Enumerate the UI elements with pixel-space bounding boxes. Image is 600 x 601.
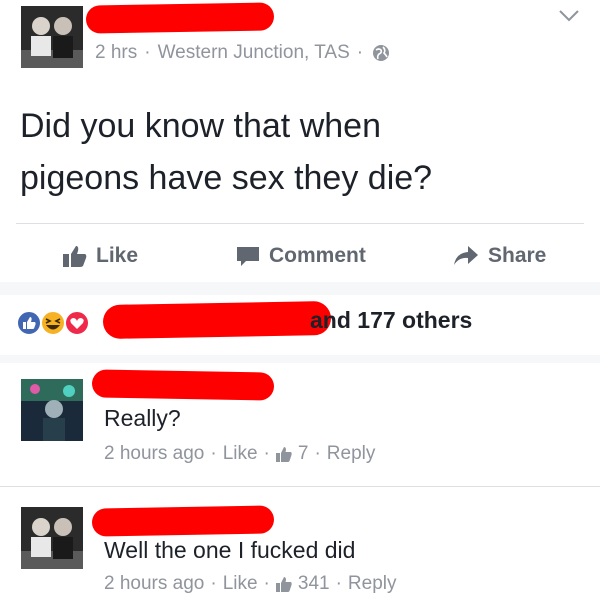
meta-separator: · [144, 42, 151, 63]
comment-item: Well the one I fucked did 2 hours ago · … [0, 487, 600, 601]
comment-text: Really? [104, 405, 181, 431]
small-thumbs-up-icon [275, 447, 292, 462]
chevron-down-icon[interactable] [556, 6, 582, 26]
share-button-label: Share [488, 244, 547, 267]
post-text: Did you know that when pigeons have sex … [20, 100, 580, 204]
haha-reaction-icon [40, 310, 66, 336]
section-gap [0, 355, 600, 363]
commenter-name-redaction [91, 505, 275, 537]
action-bar: Like Comment Share [0, 232, 600, 282]
comment-button[interactable]: Comment [235, 244, 366, 268]
post-meta: 2 hrs · Western Junction, TAS · [95, 42, 390, 64]
meta-separator: · [210, 573, 217, 594]
thumbs-up-icon [63, 246, 87, 267]
commenter-avatar[interactable] [21, 507, 83, 569]
comment-meta: 2 hours ago · Like · 341 · Reply [104, 573, 396, 595]
comment-like-count[interactable]: 341 [298, 573, 330, 595]
divider [16, 223, 584, 224]
comment-like-count[interactable]: 7 [298, 443, 309, 465]
like-button-label: Like [96, 244, 139, 267]
author-name-redaction [85, 2, 275, 34]
comment-like-link[interactable]: Like [223, 573, 258, 595]
like-reaction-icon [16, 310, 42, 336]
share-arrow-icon [454, 246, 478, 265]
comment-like-link[interactable]: Like [223, 443, 258, 465]
meta-separator: · [335, 573, 342, 594]
author-avatar[interactable] [21, 6, 83, 68]
post-text-line: pigeons have sex they die? [20, 159, 433, 197]
reaction-count-text[interactable]: and 177 others [310, 307, 472, 334]
small-thumbs-up-icon [275, 577, 292, 592]
comment-icon [237, 247, 259, 266]
meta-separator: · [263, 443, 270, 464]
comment-text: Well the one I fucked did [104, 537, 356, 563]
like-button[interactable]: Like [62, 244, 138, 268]
comment-time[interactable]: 2 hours ago [104, 573, 204, 595]
reactions-summary[interactable]: and 177 others [0, 295, 600, 350]
section-gap [0, 282, 600, 295]
globe-icon[interactable] [372, 44, 390, 62]
share-button[interactable]: Share [452, 244, 546, 268]
reactor-names-redaction [102, 301, 332, 339]
post-location[interactable]: Western Junction, TAS [158, 42, 350, 64]
meta-separator: · [356, 42, 364, 63]
comment-button-label: Comment [269, 244, 366, 267]
comment-time[interactable]: 2 hours ago [104, 443, 204, 465]
commenter-name-redaction [91, 369, 275, 401]
meta-separator: · [263, 573, 270, 594]
reaction-icons [16, 309, 102, 337]
post-text-line: Did you know that when [20, 107, 381, 145]
post-time[interactable]: 2 hrs [95, 42, 137, 64]
comment-reply-link[interactable]: Reply [327, 443, 376, 465]
love-reaction-icon [64, 310, 90, 336]
post-header: 2 hrs · Western Junction, TAS · [0, 0, 600, 80]
commenter-avatar[interactable] [21, 379, 83, 441]
comment-meta: 2 hours ago · Like · 7 · Reply [104, 443, 375, 465]
comment-reply-link[interactable]: Reply [348, 573, 397, 595]
meta-separator: · [210, 443, 217, 464]
meta-separator: · [314, 443, 321, 464]
comment-item: Really? 2 hours ago · Like · 7 · Reply [0, 363, 600, 485]
